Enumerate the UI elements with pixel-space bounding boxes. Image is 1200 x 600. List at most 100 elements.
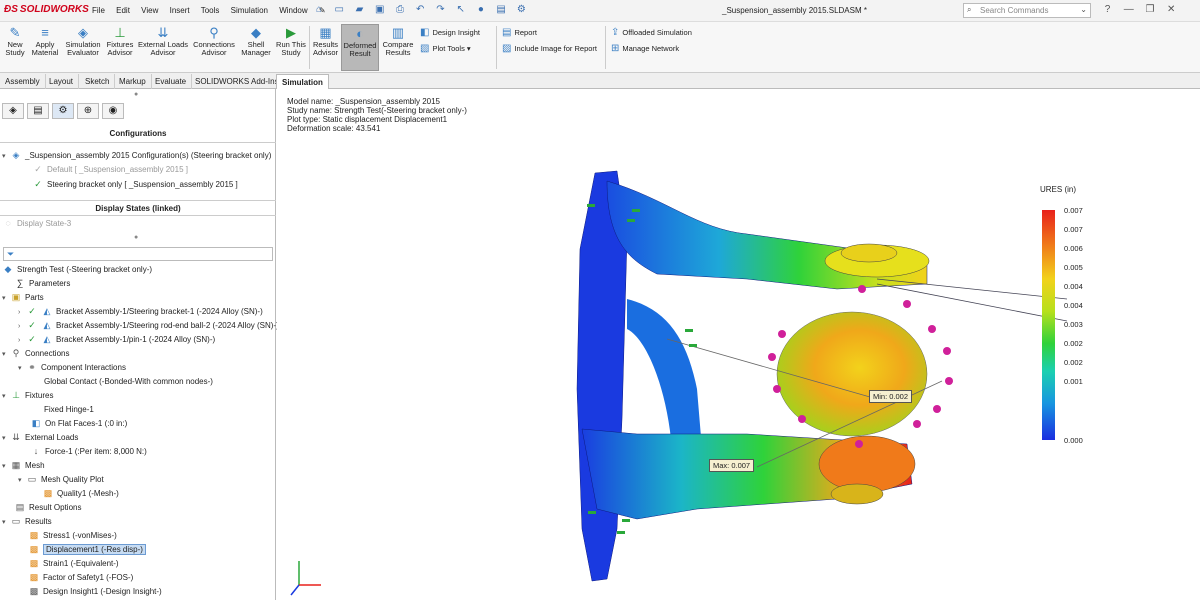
- max-label[interactable]: Max: 0.007: [709, 459, 755, 472]
- collapse-icon[interactable]: ▾: [2, 516, 10, 529]
- new-doc-icon[interactable]: ▭: [330, 4, 348, 15]
- color-legend-bar[interactable]: [1042, 210, 1055, 440]
- search-input[interactable]: ⌕ Search Commands ⌄: [963, 3, 1091, 18]
- config-manager-tab-icon[interactable]: ⚙: [52, 103, 74, 119]
- panel-grip-icon[interactable]: ●: [134, 91, 138, 98]
- collapse-icon[interactable]: ▾: [2, 432, 10, 445]
- collapse-icon[interactable]: ▾: [2, 150, 10, 163]
- report-button[interactable]: ▤ Report: [502, 27, 537, 38]
- tree-global-contact[interactable]: Global Contact (-Bonded-With common node…: [44, 375, 213, 388]
- home-icon[interactable]: ⌂: [310, 4, 328, 15]
- menu-simulation[interactable]: Simulation: [231, 6, 268, 15]
- collapse-icon[interactable]: ▾: [2, 460, 10, 473]
- graphics-area[interactable]: Model name: _Suspension_assembly 2015 St…: [277, 89, 1200, 600]
- tree-design-insight1[interactable]: ▩ Design Insight1 (-Design Insight-): [28, 585, 162, 598]
- manage-network-button[interactable]: ⊞ Manage Network: [611, 43, 679, 54]
- fixtures-advisor-button[interactable]: ⊥ Fixtures Advisor: [105, 24, 135, 71]
- menu-edit[interactable]: Edit: [116, 6, 130, 15]
- search-dropdown-icon[interactable]: ⌄: [1080, 5, 1087, 14]
- expand-icon[interactable]: ›: [18, 306, 26, 319]
- menu-tools[interactable]: Tools: [201, 6, 220, 15]
- collapse-icon[interactable]: ▾: [2, 390, 10, 403]
- tab-layout[interactable]: Layout: [44, 74, 80, 89]
- tab-markup[interactable]: Markup: [114, 74, 152, 89]
- collapse-icon[interactable]: ▾: [18, 474, 26, 487]
- undo-icon[interactable]: ↶: [411, 4, 429, 15]
- tab-addins[interactable]: SOLIDWORKS Add-Ins: [190, 74, 285, 89]
- simulation-evaluator-button[interactable]: ◈ Simulation Evaluator: [63, 24, 103, 71]
- tree-parts[interactable]: ▾ ▣ Parts: [2, 291, 44, 304]
- feature-tree-tab-icon[interactable]: ◈: [2, 103, 24, 119]
- config-root[interactable]: ▾ ◈ _Suspension_assembly 2015 Configuratio…: [2, 149, 271, 162]
- print-icon[interactable]: ⎙: [391, 4, 409, 15]
- restore-icon[interactable]: ❐: [1140, 4, 1159, 15]
- save-icon[interactable]: ▣: [371, 4, 389, 15]
- menu-view[interactable]: View: [141, 6, 158, 15]
- tab-evaluate[interactable]: Evaluate: [150, 74, 193, 89]
- splitter-grip-icon[interactable]: ●: [134, 234, 138, 241]
- collapse-icon[interactable]: ▾: [2, 348, 10, 361]
- file-props-icon[interactable]: ▤: [492, 4, 510, 15]
- expand-icon[interactable]: ›: [18, 334, 26, 347]
- tree-study[interactable]: ◆ Strength Test (-Steering bracket only-): [2, 263, 153, 276]
- connections-advisor-button[interactable]: ⚲ Connections Advisor: [192, 24, 236, 71]
- config-default[interactable]: ✓ Default [ _Suspension_assembly 2015 ]: [32, 163, 188, 176]
- dimxpert-tab-icon[interactable]: ⊕: [77, 103, 99, 119]
- deformed-result-button[interactable]: ◐ Deformed Result: [341, 24, 379, 71]
- tree-fixed-hinge[interactable]: Fixed Hinge-1: [44, 403, 94, 416]
- collapse-icon[interactable]: ▾: [18, 362, 26, 375]
- offloaded-simulation-button[interactable]: ⇪ Offloaded Simulation: [611, 27, 692, 38]
- property-manager-tab-icon[interactable]: ▤: [27, 103, 49, 119]
- rebuild-icon[interactable]: ●: [472, 4, 490, 15]
- tree-force[interactable]: ↓ Force-1 (:Per item: 8,000 N:): [30, 445, 147, 458]
- tree-connections[interactable]: ▾ ⚲ Connections: [2, 347, 69, 360]
- tree-strain1[interactable]: ▩ Strain1 (-Equivalent-): [28, 557, 119, 570]
- open-icon[interactable]: ▰: [350, 4, 368, 15]
- tree-result-options[interactable]: ▤ Result Options: [14, 501, 82, 514]
- model-render[interactable]: [277, 89, 1200, 600]
- tree-displacement1[interactable]: ▩ Displacement1 (-Res disp-): [28, 543, 146, 556]
- tab-assembly[interactable]: Assembly: [0, 74, 46, 89]
- min-label[interactable]: Min: 0.002: [869, 390, 913, 403]
- tree-flat-faces[interactable]: ◧ On Flat Faces-1 (:0 in:): [30, 417, 128, 430]
- tree-component-interactions[interactable]: ▾ ⚭ Component Interactions: [18, 361, 126, 374]
- tree-quality1[interactable]: ▩ Quality1 (-Mesh-): [42, 487, 119, 500]
- config-steering-bracket[interactable]: ✓ Steering bracket only [ _Suspension_ass…: [32, 178, 238, 191]
- select-icon[interactable]: ↖: [452, 4, 470, 15]
- shell-manager-button[interactable]: ◆ Shell Manager: [239, 24, 273, 71]
- new-study-button[interactable]: ✎ New Study: [2, 24, 28, 71]
- tree-fos1[interactable]: ▩ Factor of Safety1 (-FOS-): [28, 571, 134, 584]
- tree-parameters[interactable]: ∑ Parameters: [14, 277, 71, 290]
- compare-results-button[interactable]: ▥ Compare Results: [382, 24, 414, 71]
- run-study-button[interactable]: ▶ Run This Study: [275, 24, 307, 71]
- design-insight-button[interactable]: ◧ Design Insight: [420, 27, 480, 38]
- include-image-button[interactable]: ▨ Include Image for Report: [502, 43, 597, 54]
- tree-fixtures[interactable]: ▾ ⊥ Fixtures: [2, 389, 53, 402]
- menu-file[interactable]: File: [92, 6, 105, 15]
- minimize-icon[interactable]: —: [1119, 4, 1138, 15]
- menu-window[interactable]: Window: [279, 6, 307, 15]
- external-loads-advisor-button[interactable]: ⇊ External Loads Advisor: [137, 24, 189, 71]
- tab-sketch[interactable]: Sketch: [80, 74, 116, 89]
- tree-part-2[interactable]: › ✓ ◭ Bracket Assembly-1/Steering rod-end b…: [18, 319, 279, 332]
- tree-mesh[interactable]: ▾ ▦ Mesh: [2, 459, 45, 472]
- display-manager-tab-icon[interactable]: ◉: [102, 103, 124, 119]
- tree-external-loads[interactable]: ▾ ⇊ External Loads: [2, 431, 78, 444]
- redo-icon[interactable]: ↷: [431, 4, 449, 15]
- close-icon[interactable]: ✕: [1162, 4, 1181, 15]
- tree-part-1[interactable]: › ✓ ◭ Bracket Assembly-1/Steering bracket-1…: [18, 305, 263, 318]
- results-advisor-button[interactable]: ▦ Results Advisor: [311, 24, 340, 71]
- tree-results[interactable]: ▾ ▭ Results: [2, 515, 52, 528]
- tree-mesh-quality-plot[interactable]: ▾ ▭ Mesh Quality Plot: [18, 473, 104, 486]
- collapse-icon[interactable]: ▾: [2, 292, 10, 305]
- menu-insert[interactable]: Insert: [170, 6, 190, 15]
- tree-filter-input[interactable]: ⏷: [3, 247, 273, 261]
- help-icon[interactable]: ?: [1098, 4, 1117, 15]
- tree-part-3[interactable]: › ✓ ◭ Bracket Assembly-1/pin-1 (-2024 Alloy…: [18, 333, 215, 346]
- solidworks-logo[interactable]: ƉS SOLIDWORKS: [4, 4, 89, 15]
- tab-simulation[interactable]: Simulation: [276, 74, 329, 89]
- plot-tools-button[interactable]: ▧ Plot Tools ▾: [420, 43, 471, 54]
- apply-material-button[interactable]: ≡ Apply Material: [30, 24, 60, 71]
- options-icon[interactable]: ⚙: [512, 4, 530, 15]
- tree-stress1[interactable]: ▩ Stress1 (-vonMises-): [28, 529, 117, 542]
